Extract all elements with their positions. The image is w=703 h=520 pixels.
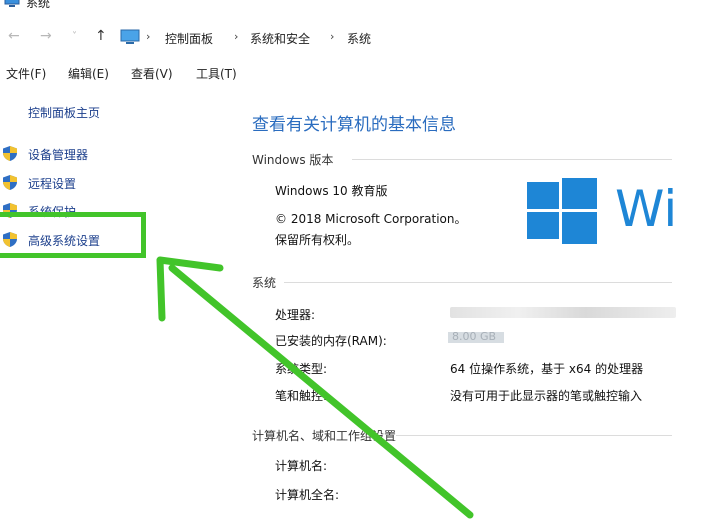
menu-tools[interactable]: 工具(T) (196, 65, 237, 82)
highlight-box (0, 212, 146, 258)
chevron-down-icon[interactable]: ˅ (72, 31, 77, 42)
system-type-value: 64 位操作系统，基于 x64 的处理器 (450, 362, 644, 376)
title-bar: 系统 (0, 0, 703, 18)
system-type-label: 系统类型: (275, 362, 328, 376)
menu-file[interactable]: 文件(F) (6, 65, 46, 82)
windows-edition: Windows 10 教育版 (275, 184, 388, 198)
section-divider (396, 435, 672, 436)
section-heading-computer-name: 计算机名、域和工作组设置 (252, 429, 397, 443)
sidebar-item-label: 设备管理器 (28, 148, 89, 162)
sidebar-item-device-manager[interactable]: 设备管理器 (2, 145, 152, 163)
shield-icon (3, 175, 17, 190)
section-heading-system: 系统 (252, 276, 277, 290)
breadcrumb-separator: › (330, 30, 335, 43)
control-panel-home-link[interactable]: 控制面板主页 (28, 104, 100, 121)
windows-logo-icon (527, 178, 597, 244)
breadcrumb-system-security[interactable]: 系统和安全 (250, 30, 310, 47)
breadcrumb-separator: › (234, 30, 239, 43)
section-heading-edition: Windows 版本 (252, 153, 334, 167)
pen-touch-value: 没有可用于此显示器的笔或触控输入 (450, 389, 643, 403)
breadcrumb-system[interactable]: 系统 (347, 30, 371, 47)
shield-icon (3, 146, 17, 161)
section-divider (352, 159, 672, 160)
watermark-logo-icon (486, 449, 544, 473)
page-title: 查看有关计算机的基本信息 (252, 115, 456, 135)
computer-icon (120, 29, 140, 44)
arrow-up-icon[interactable]: ↑ (95, 28, 107, 44)
copyright-line-1: © 2018 Microsoft Corporation。 (275, 212, 467, 226)
window-title: 系统 (26, 0, 51, 10)
ram-label: 已安装的内存(RAM): (275, 334, 387, 348)
sidebar-item-remote-settings[interactable]: 远程设置 (2, 174, 152, 192)
pen-touch-label: 笔和触控: (275, 389, 328, 403)
menu-view[interactable]: 查看(V) (131, 65, 173, 82)
breadcrumb-control-panel[interactable]: 控制面板 (165, 30, 213, 47)
system-window-icon (4, 0, 20, 7)
watermark-text: 系统之家 (552, 451, 669, 484)
computer-full-name-label: 计算机全名: (275, 488, 340, 502)
ram-value-text: 8.00 GB (452, 330, 497, 343)
windows-logo-text: Wi (615, 180, 678, 238)
arrow-right-icon[interactable]: → (40, 28, 52, 44)
menu-edit[interactable]: 编辑(E) (68, 65, 109, 82)
processor-label: 处理器: (275, 308, 316, 322)
copyright-line-2: 保留所有权利。 (275, 233, 360, 247)
computer-name-label: 计算机名: (275, 459, 328, 473)
sidebar-item-label: 远程设置 (28, 177, 77, 191)
ram-value: 8.00 GB (448, 330, 504, 343)
processor-value-blurred (450, 307, 676, 318)
arrow-left-icon[interactable]: ← (8, 28, 20, 44)
section-divider (284, 282, 672, 283)
breadcrumb-separator: › (146, 30, 151, 43)
